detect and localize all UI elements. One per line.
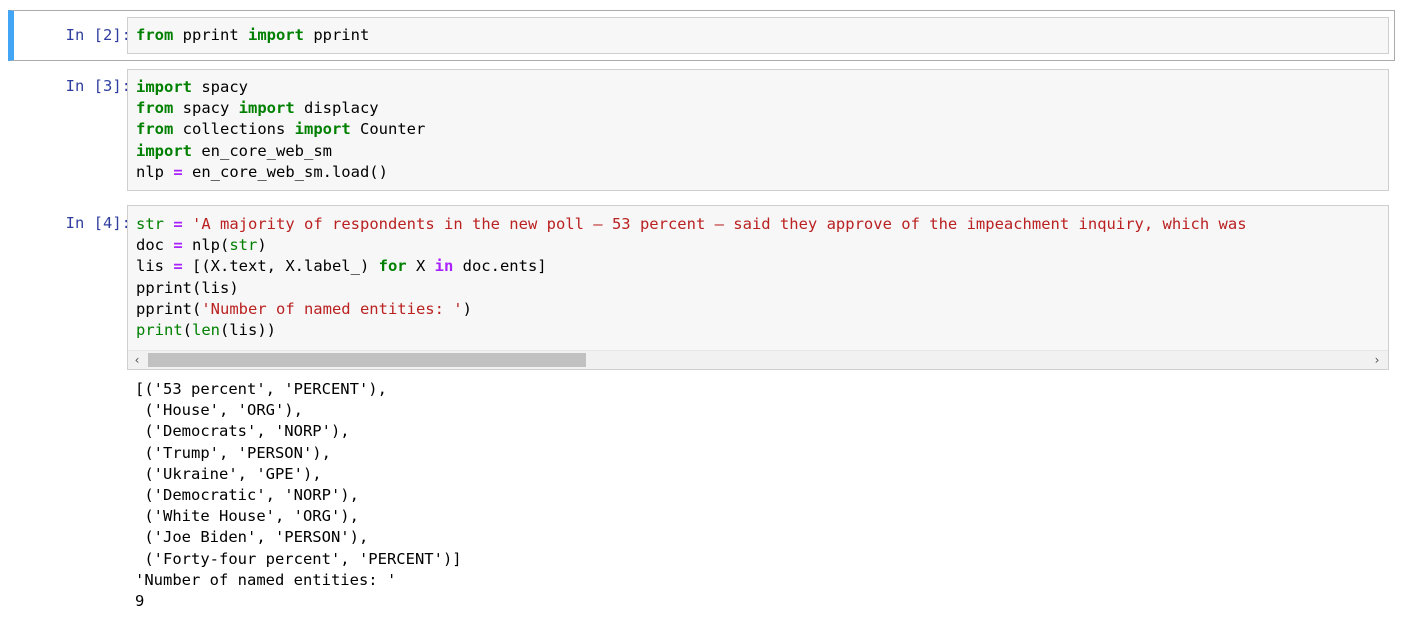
code-token: en_core_web_sm.load() (182, 162, 388, 181)
code-token: doc (136, 236, 174, 255)
code-lines: str = 'A majority of respondents in the … (136, 214, 1247, 341)
code-editor-2[interactable]: from pprint import pprint (127, 17, 1389, 54)
output-line: 'Number of named entities: ' (135, 570, 397, 589)
code-line: doc = nlp(str) (136, 235, 1247, 256)
scroll-left-icon[interactable]: ‹ (128, 351, 146, 369)
output-line: ('Democratic', 'NORP'), (135, 485, 359, 504)
scroll-thumb[interactable] (148, 353, 586, 367)
code-token: = (173, 257, 183, 276)
code-token: import (136, 141, 192, 160)
code-token: pprint( (136, 299, 202, 318)
code-token: ) (462, 299, 472, 318)
code-token: 'Number of named entities: ' (201, 299, 463, 318)
input-prompt: In [4]: (65, 214, 131, 232)
output-line: 9 (135, 591, 145, 610)
code-token: ) (257, 236, 267, 255)
code-line: print(len(lis)) (136, 320, 1247, 341)
code-token: pprint (303, 26, 370, 44)
cell-output: [('53 percent', 'PERCENT'), ('House', 'O… (135, 379, 462, 612)
code-token: spacy (192, 78, 248, 96)
code-token: str (229, 236, 258, 255)
output-line: [('53 percent', 'PERCENT'), (135, 380, 387, 398)
code-token: (lis)) (220, 320, 277, 339)
output-line: ('Joe Biden', 'PERSON'), (135, 528, 369, 547)
code-token: str (136, 215, 164, 233)
code-token: = (173, 215, 183, 233)
code-token: displacy (294, 99, 379, 118)
code-token: pprint(lis) (136, 278, 239, 297)
code-token: import (136, 78, 192, 96)
code-line: lis = [(X.text, X.label_) for X in doc.e… (136, 256, 1247, 277)
code-token: = (173, 236, 183, 255)
code-line: nlp = en_core_web_sm.load() (136, 162, 425, 183)
output-line: ('Trump', 'PERSON'), (135, 443, 331, 462)
code-token: from (136, 99, 174, 118)
code-token: for (378, 257, 407, 276)
code-token: pprint (173, 26, 248, 44)
code-token: print (136, 320, 183, 339)
code-line: from collections import Counter (136, 119, 425, 140)
output-line: ('Forty-four percent', 'PERCENT')] (135, 549, 462, 568)
code-token: nlp( (182, 236, 230, 255)
code-token: from (136, 26, 174, 44)
code-editor-3[interactable]: import spacy from spacy import displacy fr… (127, 69, 1389, 191)
code-line: str = 'A majority of respondents in the … (136, 214, 1247, 235)
input-prompt: In [3]: (65, 77, 131, 95)
code-token: 'A majority of respondents in the new po… (192, 215, 1247, 233)
code-token: [(X.text, X.label_) (182, 257, 379, 276)
code-line: import en_core_web_sm (136, 141, 425, 162)
code-token: spacy (173, 99, 239, 118)
code-token: import (238, 99, 295, 118)
code-editor-4[interactable]: str = 'A majority of respondents in the … (127, 205, 1389, 370)
scroll-right-icon[interactable]: › (1368, 351, 1386, 369)
code-token: import (247, 26, 304, 44)
code-token: X (406, 257, 435, 276)
code-token: doc.ents] (453, 257, 547, 276)
code-token: ( (182, 320, 193, 339)
code-token: = (173, 162, 183, 181)
code-line: from pprint import pprint (136, 25, 369, 46)
code-token: nlp (136, 162, 174, 181)
code-token: in (434, 257, 454, 276)
code-line: import spacy (136, 77, 425, 98)
output-line: ('Democrats', 'NORP'), (135, 422, 350, 441)
code-line: pprint('Number of named entities: ') (136, 299, 1247, 320)
code-line: pprint(lis) (136, 278, 1247, 299)
code-token: len (192, 320, 221, 339)
code-line: from spacy import displacy (136, 98, 425, 119)
code-token: Counter (350, 120, 426, 139)
code-token: en_core_web_sm (192, 141, 332, 160)
output-line: ('House', 'ORG'), (135, 401, 303, 420)
code-token: from (136, 120, 174, 139)
output-line: ('Ukraine', 'GPE'), (135, 464, 322, 483)
code-token: import (294, 120, 351, 139)
output-line: ('White House', 'ORG'), (135, 507, 359, 526)
horizontal-scrollbar[interactable]: ‹ › (128, 350, 1388, 369)
input-prompt: In [2]: (65, 26, 131, 44)
code-lines: import spacy from spacy import displacy fr… (136, 77, 425, 183)
code-token: collections (173, 120, 295, 139)
code-lines: from pprint import pprint (136, 25, 369, 46)
code-token: lis (136, 257, 174, 276)
